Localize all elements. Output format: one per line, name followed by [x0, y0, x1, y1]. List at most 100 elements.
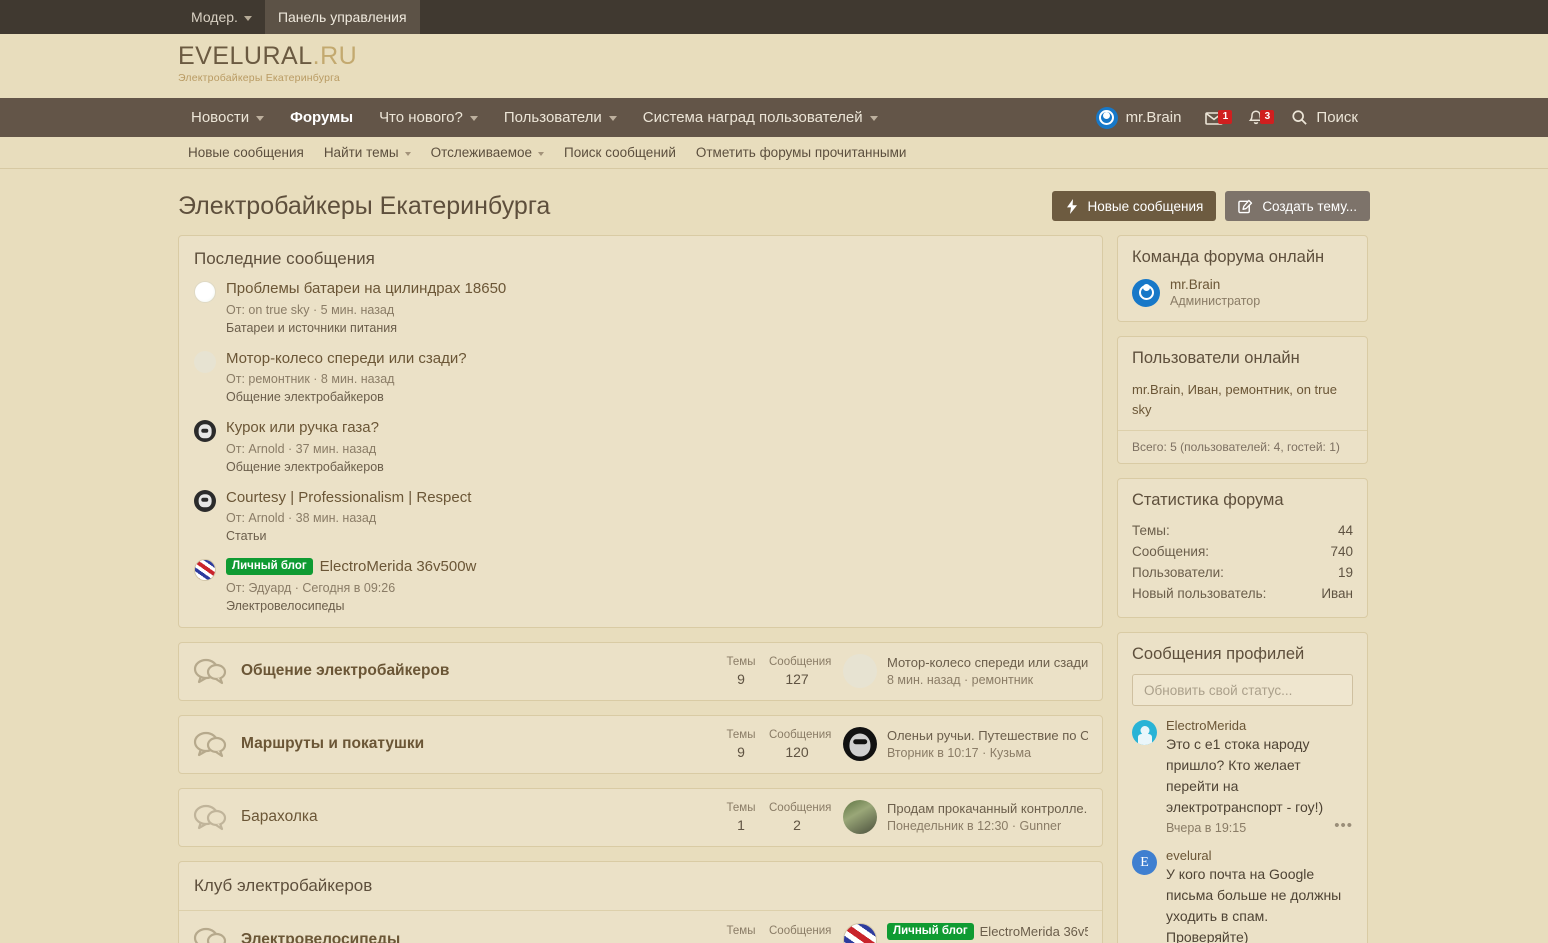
search-button[interactable]: Поиск: [1279, 109, 1370, 126]
sidebar: Команда форума онлайн mr.Brain Администр…: [1117, 235, 1368, 943]
avatar: [1132, 278, 1160, 307]
forum-row[interactable]: Маршруты и покатушки Темы 9 Сообщения 12…: [178, 714, 1103, 774]
moderator-menu[interactable]: Модер.: [178, 0, 265, 34]
post-title[interactable]: ElectroMerida 36v500w: [320, 557, 477, 577]
post-forum[interactable]: Общение электробайкеров: [226, 390, 1087, 404]
list-item[interactable]: Courtesy | Professionalism | Respect От:…: [194, 488, 1087, 543]
staff-name: mr.Brain: [1170, 277, 1221, 292]
list-item[interactable]: Мотор-колесо спереди или сзади? От: ремо…: [194, 349, 1087, 404]
messages-count: 120: [785, 743, 809, 760]
latest-posts-title: Последние сообщения: [194, 249, 375, 268]
stat-row: Сообщения: 740: [1132, 541, 1353, 562]
post-forum[interactable]: Батареи и источники питания: [226, 321, 1087, 335]
page-title: Электробайкеры Екатеринбурга: [178, 191, 551, 220]
subnav-item-find-threads[interactable]: Найти темы: [314, 145, 421, 160]
profile-post-user[interactable]: ElectroMerida: [1166, 718, 1353, 733]
forum-last-post: Оленьи ручьи. Путешествие по С... Вторни…: [843, 727, 1088, 761]
create-thread-button-label: Создать тему...: [1262, 198, 1357, 214]
last-post-title[interactable]: ElectroMerida 36v500w: [980, 924, 1088, 939]
page-header: Электробайкеры Екатеринбурга Новые сообщ…: [178, 169, 1370, 235]
forum-name[interactable]: Барахолка: [241, 808, 713, 826]
forum-row[interactable]: Общение электробайкеров Темы 9 Сообщения…: [178, 641, 1103, 701]
nav-item-members[interactable]: Пользователи: [491, 98, 630, 137]
forum-name[interactable]: Электровелосипеды: [241, 931, 713, 943]
speech-bubbles-icon: [193, 657, 227, 685]
chevron-down-icon: [538, 151, 545, 156]
forum-threads-stat: Темы 9: [713, 656, 769, 687]
messages-label: Сообщения: [769, 924, 832, 937]
users-online-list[interactable]: mr.Brain, Иван, ремонтник, on true sky: [1118, 378, 1367, 430]
chevron-down-icon: [404, 151, 411, 156]
avatar: [1095, 106, 1118, 129]
nav-item-news[interactable]: Новости: [178, 98, 277, 137]
chevron-down-icon: [256, 116, 265, 121]
chevron-down-icon: [608, 116, 617, 121]
post-forum[interactable]: Статьи: [226, 529, 1087, 543]
stat-value: 740: [1330, 544, 1353, 559]
subnav-item-watched[interactable]: Отслеживаемое: [421, 145, 554, 160]
control-panel-link[interactable]: Панель управления: [264, 0, 420, 34]
swirl-avatar: [843, 923, 877, 943]
chevron-down-icon: [469, 116, 478, 121]
stat-key: Новый пользователь:: [1132, 586, 1267, 601]
forum-row[interactable]: Барахолка Темы 1 Сообщения 2 Продам прок…: [178, 787, 1103, 847]
users-online-total: Всего: 5 (пользователей: 4, гостей: 1): [1118, 430, 1367, 463]
profile-post-item[interactable]: E evelural У кого почта на Google письма…: [1118, 848, 1367, 943]
subnav-item-search-posts-label: Поиск сообщений: [564, 145, 676, 160]
subnav-item-search-posts[interactable]: Поиск сообщений: [554, 145, 686, 160]
admin-top-strip: Модер. Панель управления: [0, 0, 1548, 34]
forum-name[interactable]: Общение электробайкеров: [241, 662, 713, 680]
subnav-item-new-posts-label: Новые сообщения: [188, 145, 304, 160]
list-item[interactable]: Личный блог ElectroMerida 36v500w От: Эд…: [194, 557, 1087, 613]
post-meta: От: Arnold · 37 мин. назад: [226, 441, 377, 456]
new-posts-button-label: Новые сообщения: [1087, 198, 1204, 214]
new-posts-button[interactable]: Новые сообщения: [1051, 191, 1217, 221]
post-title[interactable]: Проблемы батареи на цилиндрах 18650: [226, 279, 506, 299]
staff-member[interactable]: mr.Brain Администратор: [1132, 277, 1353, 308]
profile-post-user[interactable]: evelural: [1166, 848, 1353, 863]
create-thread-button[interactable]: Создать тему...: [1225, 191, 1370, 221]
main-navigation: Новости Форумы Что нового? Пользователи …: [0, 98, 1548, 137]
stat-key: Пользователи:: [1132, 565, 1224, 580]
post-title[interactable]: Мотор-колесо спереди или сзади?: [226, 349, 467, 369]
alerts-button[interactable]: 3: [1237, 108, 1275, 128]
forum-row[interactable]: Электровелосипеды Темы 3 Сообщения 173 Л: [179, 911, 1102, 943]
threads-count: 3: [713, 940, 769, 943]
subnav-item-new-posts[interactable]: Новые сообщения: [178, 145, 314, 160]
username-label: mr.Brain: [1125, 109, 1182, 126]
snowflake-avatar: [194, 281, 216, 303]
nav-item-whats-new[interactable]: Что нового?: [366, 98, 491, 137]
list-item[interactable]: Проблемы батареи на цилиндрах 18650 От: …: [194, 279, 1087, 335]
forum-name[interactable]: Маршруты и покатушки: [241, 735, 713, 753]
last-post-title[interactable]: Оленьи ручьи. Путешествие по С...: [887, 728, 1088, 743]
last-post-title[interactable]: Продам прокачанный контролле...: [887, 801, 1088, 816]
site-logo-tld: .RU: [312, 42, 358, 70]
nav-item-awards[interactable]: Система наград пользователей: [630, 98, 891, 137]
profile-posts-title: Сообщения профилей: [1132, 645, 1305, 663]
alerts-badge: 3: [1260, 109, 1275, 124]
list-item[interactable]: Курок или ручка газа? От: Arnold · 37 ми…: [194, 418, 1087, 474]
user-menu[interactable]: mr.Brain: [1086, 106, 1192, 129]
post-forum[interactable]: Электровелосипеды: [226, 599, 1087, 613]
moderator-menu-label: Модер.: [191, 9, 238, 25]
edit-pencil-icon: [1238, 199, 1253, 213]
site-logo[interactable]: EVELURAL.RU: [178, 42, 1548, 71]
profile-post-menu-icon[interactable]: •••: [1334, 817, 1353, 834]
forum-messages-stat: Сообщения 120: [769, 729, 831, 760]
stat-value[interactable]: Иван: [1321, 586, 1353, 601]
post-title[interactable]: Courtesy | Professionalism | Respect: [226, 488, 471, 508]
nav-item-forums[interactable]: Форумы: [277, 98, 366, 137]
inbox-button[interactable]: 1: [1195, 108, 1233, 128]
last-post-title[interactable]: Мотор-колесо спереди или сзади?: [887, 655, 1088, 670]
status-input[interactable]: Обновить свой статус...: [1132, 674, 1353, 706]
profile-post-item[interactable]: ElectroMerida Это с e1 стока народу приш…: [1118, 718, 1367, 848]
category-title: Клуб электробайкеров: [179, 862, 1102, 911]
threads-label: Темы: [726, 655, 756, 668]
nav-item-awards-label: Система наград пользователей: [642, 109, 863, 126]
messages-count: 2: [793, 816, 801, 833]
post-title[interactable]: Курок или ручка газа?: [226, 418, 379, 438]
post-forum[interactable]: Общение электробайкеров: [226, 460, 1087, 474]
subnav-item-mark-read[interactable]: Отметить форумы прочитанными: [686, 145, 917, 160]
users-online-title: Пользователи онлайн: [1132, 349, 1300, 367]
stat-key: Темы:: [1132, 523, 1170, 538]
